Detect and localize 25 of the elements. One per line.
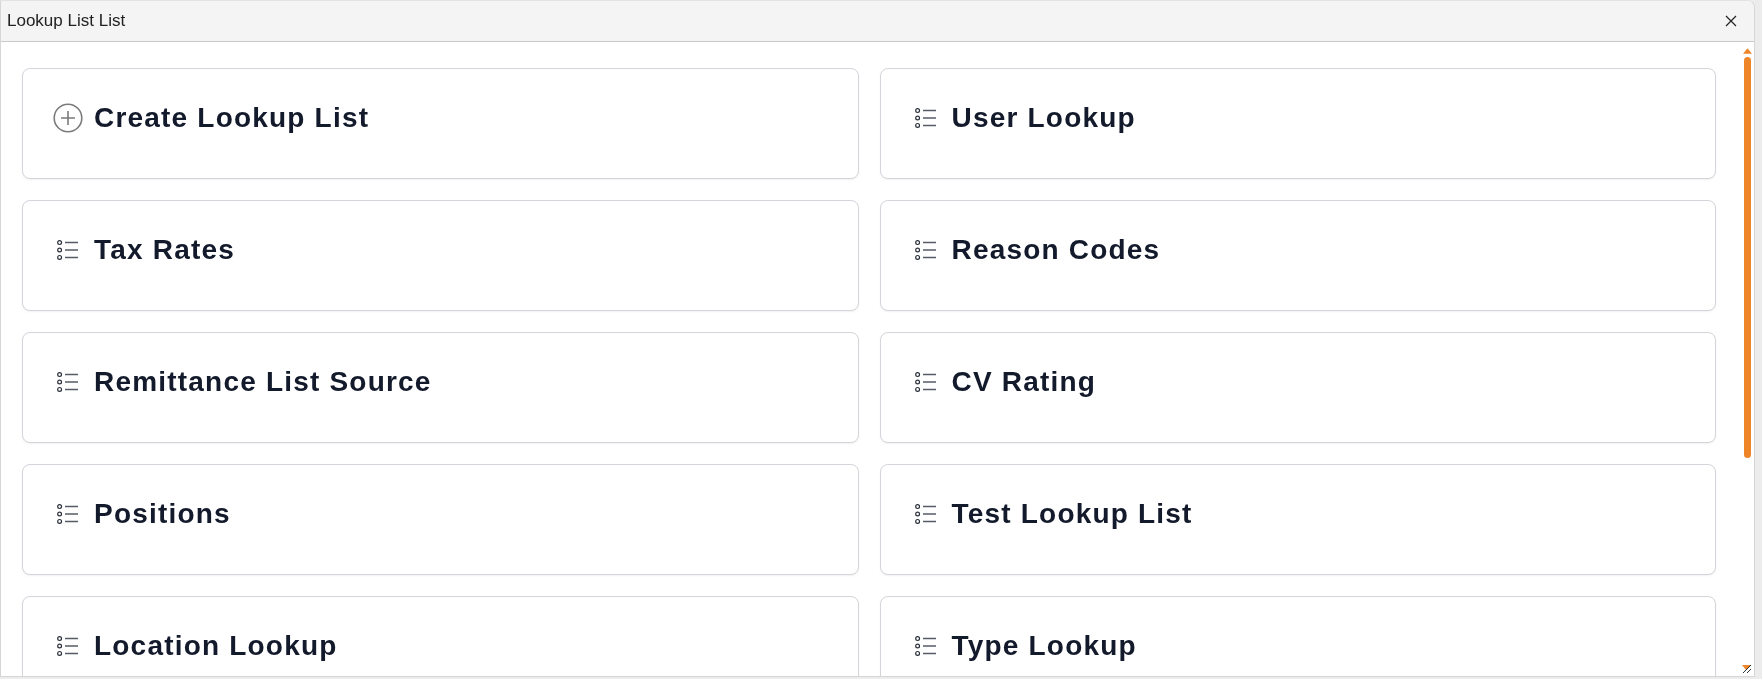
resize-grip-icon[interactable] [1742, 664, 1752, 674]
list-icon [57, 635, 79, 656]
list-icon [57, 239, 79, 260]
lookup-list-card[interactable]: CV Rating [879, 332, 1716, 443]
create-list-card[interactable]: Create Lookup List [22, 68, 859, 179]
lookup-list-card[interactable]: User Lookup [879, 68, 1716, 179]
list-icon [914, 107, 937, 128]
list-icon [57, 371, 79, 392]
list-icon [914, 503, 937, 524]
window-title: Lookup List List [7, 11, 126, 31]
lookup-list-card[interactable]: Type Lookup [879, 596, 1716, 676]
list-icon [914, 371, 937, 392]
lookup-list-card[interactable]: Test Lookup List [879, 464, 1716, 575]
lookup-list-card[interactable]: Tax Rates [22, 200, 859, 311]
list-icon [914, 635, 937, 656]
plus-circle-icon [53, 102, 83, 133]
scroll-up-arrow-icon[interactable] [1742, 48, 1752, 54]
lookup-list-card[interactable]: Positions [22, 464, 859, 575]
close-icon [1725, 15, 1737, 27]
lookup-list-card[interactable]: Remittance List Source [22, 332, 859, 443]
lookup-list-card[interactable]: Location Lookup [22, 596, 859, 676]
scrollbar-thumb[interactable] [1743, 57, 1751, 458]
list-icon [57, 503, 79, 524]
list-icon [914, 239, 937, 260]
lookup-list-card[interactable]: Reason Codes [879, 200, 1716, 311]
